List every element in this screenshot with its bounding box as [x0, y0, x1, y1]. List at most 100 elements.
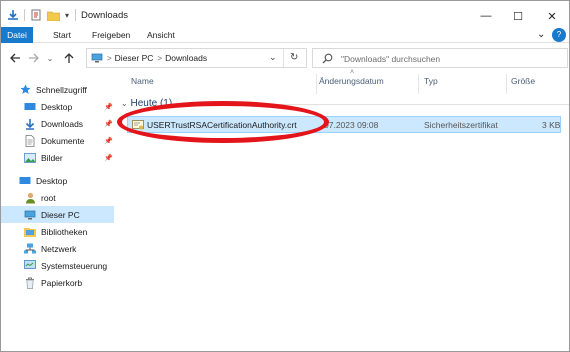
nav-item-label: Netzwerk: [41, 243, 77, 254]
nav-item-bibliotheken[interactable]: Bibliotheken: [1, 223, 114, 240]
chevron-down-icon: ⌄: [46, 53, 54, 63]
pin-icon: 📌: [104, 154, 113, 162]
download-icon: [24, 118, 36, 130]
nav-item-desktop[interactable]: Desktop: [1, 172, 114, 189]
nav-item-root[interactable]: root: [1, 189, 114, 206]
user-icon: [24, 192, 36, 204]
maximize-button[interactable]: ☐: [503, 5, 533, 27]
network-icon: [24, 243, 36, 255]
nav-item-label: Dieser PC: [41, 209, 80, 220]
file-row[interactable]: USERTrustRSACertificationAuthority.crt 0…: [127, 116, 561, 133]
address-dropdown-icon[interactable]: ⌄: [269, 52, 277, 63]
close-button[interactable]: ✕: [537, 5, 567, 27]
help-icon[interactable]: ?: [552, 28, 566, 42]
nav-item-label: Bilder: [41, 152, 63, 163]
back-arrow-icon: [9, 53, 20, 63]
document-icon: [24, 134, 36, 147]
address-divider: [283, 49, 284, 67]
ribbon-expand-icon[interactable]: ⌄: [531, 27, 551, 43]
pin-icon: 📌: [104, 137, 113, 145]
minimize-button[interactable]: —: [471, 5, 501, 27]
close-icon: ✕: [547, 10, 557, 23]
title-bar: ▾ Downloads — ☐ ✕: [1, 3, 569, 27]
breadcrumb-dieser-pc[interactable]: Dieser PC: [115, 53, 154, 63]
forward-button[interactable]: [25, 49, 41, 67]
customize-dropdown-icon[interactable]: ▾: [61, 7, 73, 23]
navigation-pane: Schnellzugriff Desktop 📌 Downloads 📌 Dok…: [1, 75, 114, 345]
recent-locations-button[interactable]: ⌄: [42, 49, 58, 67]
pin-icon: 📌: [104, 120, 113, 128]
column-divider[interactable]: [418, 74, 419, 94]
nav-item-systemsteuerung[interactable]: Systemsteuerung: [1, 257, 114, 274]
pin-icon: 📌: [104, 103, 113, 111]
group-header[interactable]: ⌄ Heute (1): [121, 98, 172, 109]
column-header-size[interactable]: Größe: [511, 76, 535, 92]
control-panel-icon: [24, 260, 36, 272]
nav-item-label: Desktop: [41, 101, 73, 112]
group-divider: [184, 104, 569, 105]
address-bar[interactable]: > Dieser PC > Downloads ⌄ ↻: [86, 48, 307, 68]
nav-item-label: Bibliotheken: [41, 226, 88, 237]
nav-item-label: Schnellzugriff: [36, 84, 87, 95]
up-button[interactable]: [61, 49, 77, 67]
nav-item-netzwerk[interactable]: Netzwerk: [1, 240, 114, 257]
column-header-name[interactable]: Name: [131, 76, 154, 92]
search-box[interactable]: "Downloads" durchsuchen: [312, 48, 568, 68]
nav-item-label: Dokumente: [41, 135, 85, 146]
up-arrow-icon: [64, 52, 74, 63]
new-folder-icon[interactable]: [45, 7, 61, 23]
file-name: USERTrustRSACertificationAuthority.crt: [147, 120, 297, 130]
desktop-icon: [24, 101, 36, 113]
minimize-icon: —: [480, 10, 492, 22]
nav-item-label: Downloads: [41, 118, 84, 129]
column-header-type[interactable]: Typ: [424, 76, 438, 92]
file-size: 3 KB: [542, 120, 561, 130]
nav-item-papierkorb[interactable]: Papierkorb: [1, 274, 114, 291]
properties-icon[interactable]: [28, 7, 44, 23]
ribbon: Datei Start Freigeben Ansicht ⌄ ?: [1, 27, 569, 43]
nav-item-desktop-pinned[interactable]: Desktop 📌: [1, 98, 114, 115]
computer-icon: [24, 209, 36, 221]
nav-item-downloads[interactable]: Downloads 📌: [1, 115, 114, 132]
nav-item-bilder[interactable]: Bilder 📌: [1, 149, 114, 166]
tab-datei[interactable]: Datei: [1, 27, 33, 43]
search-placeholder: "Downloads" durchsuchen: [341, 54, 441, 64]
sort-up-icon: ˄: [350, 69, 355, 76]
breadcrumb-separator: >: [157, 53, 163, 63]
nav-item-dokumente[interactable]: Dokumente 📌: [1, 132, 114, 149]
nav-item-label: Desktop: [36, 175, 68, 186]
maximize-icon: ☐: [513, 10, 523, 23]
nav-item-label: root: [41, 192, 56, 203]
group-label: Heute (1): [130, 98, 173, 109]
forward-arrow-icon: [28, 53, 39, 63]
library-icon: [24, 226, 36, 238]
column-divider[interactable]: [506, 74, 507, 94]
star-icon: [19, 84, 31, 96]
file-type: Sicherheitszertifikat: [424, 120, 498, 130]
tab-start[interactable]: Start: [47, 27, 77, 43]
toolbar-separator: [22, 7, 27, 23]
nav-item-schnellzugriff[interactable]: Schnellzugriff: [1, 81, 114, 98]
back-button[interactable]: [7, 49, 23, 67]
file-date: 07.2023 09:08: [324, 120, 379, 130]
chevron-down-icon: ⌄: [121, 99, 128, 108]
nav-item-label: Systemsteuerung: [41, 260, 108, 271]
breadcrumb-separator: >: [107, 53, 112, 63]
search-icon: [322, 53, 333, 64]
column-divider[interactable]: [316, 74, 317, 94]
refresh-icon[interactable]: ↻: [290, 52, 298, 63]
certificate-icon: [132, 119, 144, 133]
nav-item-label: Papierkorb: [41, 277, 83, 288]
save-icon[interactable]: [5, 7, 21, 23]
tab-freigeben[interactable]: Freigeben: [86, 27, 136, 43]
desktop-icon: [19, 175, 31, 187]
recycle-bin-icon: [24, 277, 36, 289]
pictures-icon: [24, 152, 36, 164]
toolbar-separator: [73, 7, 78, 23]
breadcrumb-downloads[interactable]: Downloads: [165, 53, 207, 63]
explorer-window: ▾ Downloads — ☐ ✕ Datei Start Freigeben …: [0, 0, 570, 352]
nav-item-dieser-pc[interactable]: Dieser PC: [1, 206, 114, 223]
tab-ansicht[interactable]: Ansicht: [141, 27, 181, 43]
computer-icon: [91, 53, 103, 63]
window-title: Downloads: [81, 10, 128, 21]
